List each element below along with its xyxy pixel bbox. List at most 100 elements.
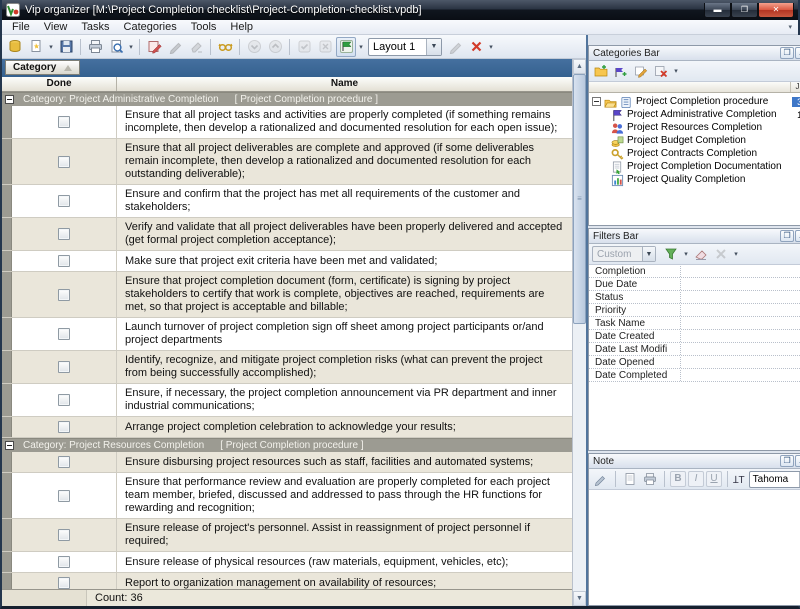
task-row[interactable]: Ensure that performance review and evalu… <box>2 473 572 519</box>
group-by-category-button[interactable]: Category <box>5 60 80 75</box>
edit-button[interactable] <box>165 37 185 57</box>
filters-pin-icon[interactable]: ⊥ <box>795 230 800 242</box>
task-row[interactable]: Report to organization management on ava… <box>2 573 572 589</box>
uncomplete-task-button[interactable] <box>315 37 335 57</box>
task-row[interactable]: Ensure release of project's personnel. A… <box>2 519 572 552</box>
clear-button[interactable] <box>186 37 206 57</box>
task-row[interactable]: Ensure and confirm that the project has … <box>2 185 572 218</box>
menu-overflow-icon[interactable]: ▾ <box>788 23 795 31</box>
tree-row-category[interactable]: Project Contracts Completion44 <box>589 147 800 160</box>
clear-filter-button[interactable] <box>692 245 710 263</box>
scroll-up-icon[interactable]: ▲ <box>573 59 586 74</box>
note-content[interactable] <box>589 490 800 605</box>
menu-file[interactable]: File <box>5 21 37 33</box>
task-row[interactable]: Arrange project completion celebration t… <box>2 417 572 438</box>
rename-layout-button[interactable] <box>445 37 465 57</box>
new-database-button[interactable] <box>5 37 25 57</box>
new-task-button[interactable] <box>26 37 46 57</box>
maximize-button[interactable]: ❐ <box>731 3 758 18</box>
view-button[interactable] <box>215 37 235 57</box>
task-checkbox[interactable] <box>58 456 70 468</box>
italic-button[interactable]: I <box>688 471 704 487</box>
task-checkbox[interactable] <box>58 156 70 168</box>
task-checkbox[interactable] <box>58 490 70 502</box>
filter-preset-combobox[interactable]: Custom ▼ <box>592 246 656 262</box>
categories-maximize-icon[interactable]: ❐ <box>780 47 794 59</box>
task-row[interactable]: Ensure release of physical resources (ra… <box>2 552 572 573</box>
menu-tasks[interactable]: Tasks <box>74 21 116 33</box>
collapse-icon[interactable] <box>592 97 601 106</box>
tree-row-category[interactable]: Project Budget Completion55 <box>589 134 800 147</box>
task-checkbox[interactable] <box>58 289 70 301</box>
group-collapse-icon[interactable] <box>5 441 14 450</box>
minimize-button[interactable]: ▬ <box>704 3 731 18</box>
filters-toolbar-overflow-icon[interactable]: ▾ <box>732 250 740 258</box>
move-down-button[interactable] <box>244 37 264 57</box>
task-row[interactable]: Verify and validate that all project del… <box>2 218 572 251</box>
delete-layout-button[interactable] <box>466 37 486 57</box>
apply-filter-dropdown-icon[interactable]: ▾ <box>682 250 690 258</box>
tree-row-category[interactable]: Project Administrative Completion1010 <box>589 108 800 121</box>
apply-filter-button[interactable] <box>662 245 680 263</box>
move-up-button[interactable] <box>265 37 285 57</box>
bold-button[interactable]: B <box>670 471 686 487</box>
column-header-done[interactable]: Done <box>2 77 117 91</box>
task-checkbox[interactable] <box>58 195 70 207</box>
task-checkbox[interactable] <box>58 255 70 267</box>
task-checkbox[interactable] <box>58 577 70 589</box>
filter-preset-arrow-icon[interactable]: ▼ <box>642 247 655 261</box>
scrollbar-track[interactable] <box>573 324 586 591</box>
complete-task-button[interactable] <box>294 37 314 57</box>
vertical-scrollbar[interactable]: ▲ ≡ ▼ <box>572 59 586 606</box>
categories-col1-header[interactable]: J... <box>790 82 800 92</box>
task-row[interactable]: Launch turnover of project completion si… <box>2 318 572 351</box>
note-print-button[interactable] <box>641 470 659 488</box>
delete-category-button[interactable] <box>652 62 670 80</box>
scroll-down-icon[interactable]: ▼ <box>573 591 586 606</box>
close-button[interactable]: ✕ <box>758 3 794 18</box>
task-row[interactable]: Ensure that all project tasks and activi… <box>2 106 572 139</box>
tree-row-category[interactable]: Project Completion Documentation66 <box>589 160 800 173</box>
note-pin-icon[interactable]: ⊥ <box>795 455 800 467</box>
tree-row-category[interactable]: Project Quality Completion66 <box>589 173 800 186</box>
task-checkbox[interactable] <box>58 228 70 240</box>
edit-category-button[interactable] <box>632 62 650 80</box>
edit-task-button[interactable] <box>144 37 164 57</box>
new-category-button[interactable] <box>612 62 630 80</box>
menu-help[interactable]: Help <box>223 21 260 33</box>
underline-button[interactable]: U <box>706 471 722 487</box>
task-row[interactable]: Ensure disbursing project resources such… <box>2 452 572 473</box>
note-page-button[interactable] <box>621 470 639 488</box>
column-header-name[interactable]: Name <box>117 77 572 91</box>
scrollbar-thumb[interactable]: ≡ <box>573 74 586 324</box>
layout-flag-button[interactable] <box>336 37 356 57</box>
tree-row-category[interactable]: Project Resources Completion55 <box>589 121 800 134</box>
task-checkbox[interactable] <box>58 116 70 128</box>
tree-row-root[interactable]: Project Completion procedure 36 36 <box>589 95 800 108</box>
print-button[interactable] <box>85 37 105 57</box>
group-collapse-icon[interactable] <box>5 95 14 104</box>
categories-pin-icon[interactable]: ⊥ <box>795 47 800 59</box>
task-row[interactable]: Ensure that project completion document … <box>2 272 572 318</box>
print-preview-button[interactable] <box>106 37 126 57</box>
menu-tools[interactable]: Tools <box>184 21 224 33</box>
layout-combobox-arrow-icon[interactable]: ▼ <box>426 39 441 55</box>
new-category-list-button[interactable] <box>592 62 610 80</box>
remove-filter-button[interactable] <box>712 245 730 263</box>
task-checkbox[interactable] <box>58 361 70 373</box>
task-row[interactable]: Ensure, if necessary, the project comple… <box>2 384 572 417</box>
task-checkbox[interactable] <box>58 556 70 568</box>
note-maximize-icon[interactable]: ❐ <box>780 455 794 467</box>
edit-note-button[interactable] <box>592 470 610 488</box>
task-row[interactable]: Ensure that all project deliverables are… <box>2 139 572 185</box>
task-checkbox[interactable] <box>58 421 70 433</box>
task-row[interactable]: Make sure that project exit criteria hav… <box>2 251 572 272</box>
toolbar-overflow-icon[interactable]: ▾ <box>487 43 495 51</box>
menu-categories[interactable]: Categories <box>117 21 184 33</box>
print-group-overflow-icon[interactable]: ▾ <box>127 43 135 51</box>
task-row[interactable]: Identify, recognize, and mitigate projec… <box>2 351 572 384</box>
layout-dropdown-icon[interactable]: ▾ <box>357 43 365 51</box>
filters-maximize-icon[interactable]: ❐ <box>780 230 794 242</box>
font-combobox[interactable]: Tahoma ▼ <box>749 471 800 488</box>
categories-toolbar-overflow-icon[interactable]: ▾ <box>672 67 680 75</box>
